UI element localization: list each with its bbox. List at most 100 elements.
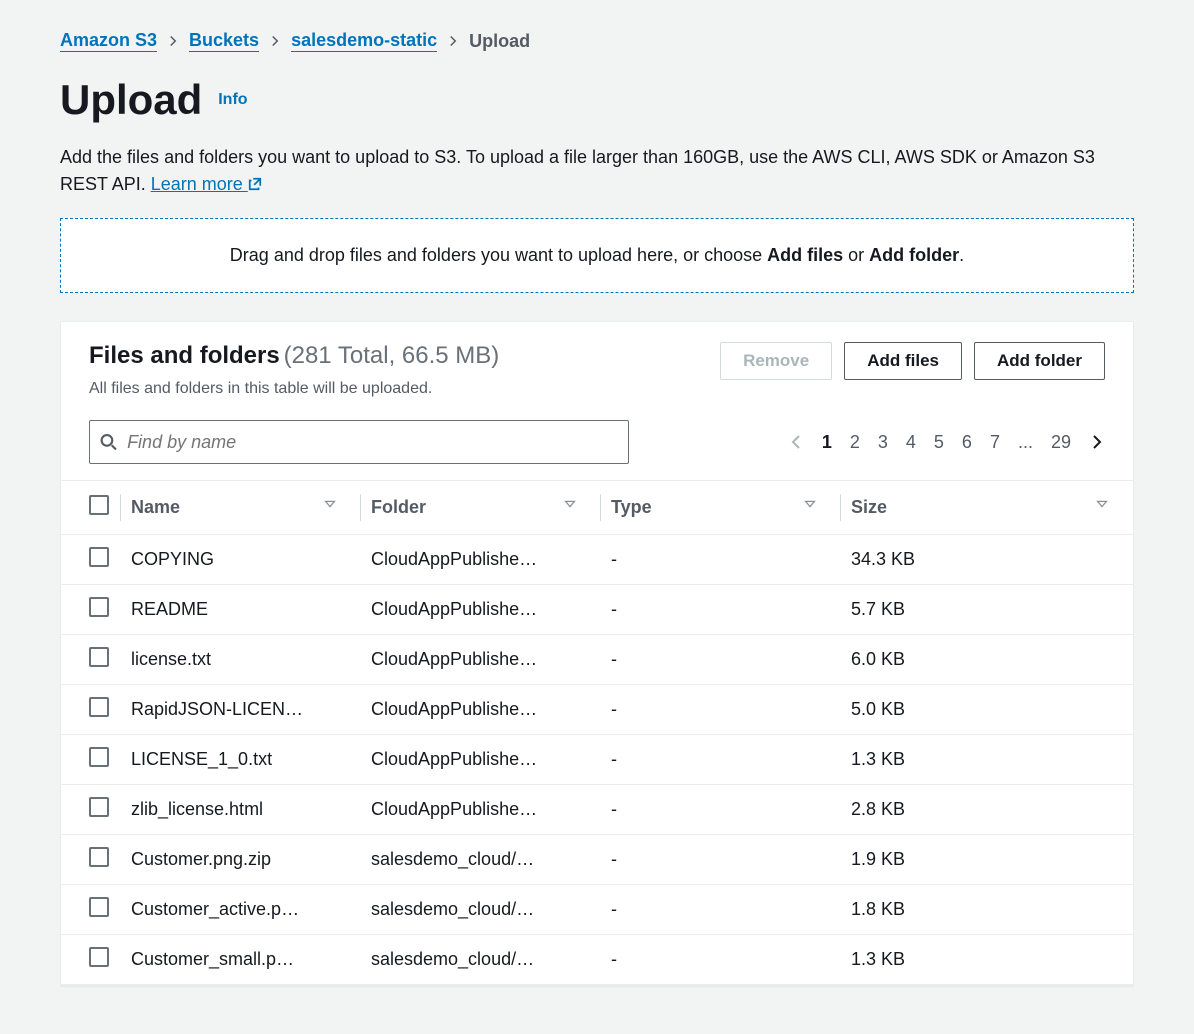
pagination-page[interactable]: 4 [906, 432, 916, 453]
cell-name: LICENSE_1_0.txt [121, 735, 361, 785]
pagination-ellipsis: ... [1018, 432, 1033, 453]
add-folder-button[interactable]: Add folder [974, 342, 1105, 380]
breadcrumb-link-bucket-name[interactable]: salesdemo-static [291, 30, 437, 52]
header-select-all [61, 481, 121, 535]
pagination-page[interactable]: 2 [850, 432, 860, 453]
panel-count: (281 Total, 66.5 MB) [284, 342, 500, 369]
cell-folder: salesdemo_cloud/… [361, 935, 601, 985]
pagination-page[interactable]: 3 [878, 432, 888, 453]
row-checkbox[interactable] [89, 847, 109, 867]
pagination-next-icon[interactable] [1089, 434, 1105, 450]
cell-name: Customer.png.zip [121, 835, 361, 885]
cell-size: 1.9 KB [841, 835, 1133, 885]
add-files-button[interactable]: Add files [844, 342, 962, 380]
remove-button[interactable]: Remove [720, 342, 832, 380]
cell-size: 1.8 KB [841, 885, 1133, 935]
header-size-label: Size [851, 497, 887, 517]
cell-type: - [601, 735, 841, 785]
row-checkbox[interactable] [89, 897, 109, 917]
pagination-prev-icon[interactable] [788, 434, 804, 450]
cell-type: - [601, 685, 841, 735]
row-checkbox[interactable] [89, 947, 109, 967]
panel-header: Files and folders (281 Total, 66.5 MB) A… [61, 322, 1133, 408]
header-folder-label: Folder [371, 497, 426, 517]
header-folder[interactable]: Folder [361, 481, 601, 535]
table-row: zlib_license.htmlCloudAppPublishe…-2.8 K… [61, 785, 1133, 835]
cell-size: 1.3 KB [841, 935, 1133, 985]
cell-name: license.txt [121, 635, 361, 685]
cell-type: - [601, 535, 841, 585]
pagination-page[interactable]: 29 [1051, 432, 1071, 453]
table-row: COPYINGCloudAppPublishe…-34.3 KB [61, 535, 1133, 585]
table-row: RapidJSON-LICEN…CloudAppPublishe…-5.0 KB [61, 685, 1133, 735]
files-panel: Files and folders (281 Total, 66.5 MB) A… [60, 321, 1134, 986]
panel-title: Files and folders [89, 342, 280, 369]
row-checkbox[interactable] [89, 797, 109, 817]
panel-actions: Remove Add files Add folder [720, 342, 1105, 380]
cell-folder: CloudAppPublishe… [361, 735, 601, 785]
pagination: 1 2 3 4 5 6 7 ... 29 [788, 432, 1105, 453]
search-input[interactable] [127, 432, 618, 453]
header-type[interactable]: Type [601, 481, 841, 535]
dropzone[interactable]: Drag and drop files and folders you want… [60, 218, 1134, 293]
cell-type: - [601, 835, 841, 885]
cell-folder: salesdemo_cloud/… [361, 835, 601, 885]
cell-folder: CloudAppPublishe… [361, 685, 601, 735]
select-all-checkbox[interactable] [89, 495, 109, 515]
table-row: Customer.png.zipsalesdemo_cloud/…-1.9 KB [61, 835, 1133, 885]
sort-icon [563, 497, 577, 511]
cell-folder: salesdemo_cloud/… [361, 885, 601, 935]
pagination-page[interactable]: 7 [990, 432, 1000, 453]
row-checkbox[interactable] [89, 647, 109, 667]
breadcrumb: Amazon S3 Buckets salesdemo-static Uploa… [60, 30, 1134, 52]
pagination-page[interactable]: 5 [934, 432, 944, 453]
cell-type: - [601, 635, 841, 685]
row-checkbox[interactable] [89, 547, 109, 567]
cell-folder: CloudAppPublishe… [361, 635, 601, 685]
header-type-label: Type [611, 497, 652, 517]
dropzone-text-post: . [959, 245, 964, 265]
cell-size: 34.3 KB [841, 535, 1133, 585]
pagination-page[interactable]: 1 [822, 432, 832, 453]
breadcrumb-link-buckets[interactable]: Buckets [189, 30, 259, 52]
row-checkbox[interactable] [89, 597, 109, 617]
table-row: license.txtCloudAppPublishe…-6.0 KB [61, 635, 1133, 685]
page-header: Upload Info [60, 76, 1134, 124]
cell-type: - [601, 885, 841, 935]
cell-size: 5.7 KB [841, 585, 1133, 635]
dropzone-add-files-bold: Add files [767, 245, 843, 265]
dropzone-text-mid: or [843, 245, 869, 265]
cell-name: README [121, 585, 361, 635]
info-link[interactable]: Info [218, 91, 247, 108]
dropzone-add-folder-bold: Add folder [869, 245, 959, 265]
row-checkbox[interactable] [89, 697, 109, 717]
cell-name: zlib_license.html [121, 785, 361, 835]
sort-icon [323, 497, 337, 511]
chevron-right-icon [269, 35, 281, 47]
pagination-page[interactable]: 6 [962, 432, 972, 453]
table-row: Customer_active.p…salesdemo_cloud/…-1.8 … [61, 885, 1133, 935]
external-link-icon [248, 177, 262, 191]
cell-name: RapidJSON-LICEN… [121, 685, 361, 735]
breadcrumb-link-s3[interactable]: Amazon S3 [60, 30, 157, 52]
cell-size: 1.3 KB [841, 735, 1133, 785]
sort-icon [1095, 497, 1109, 511]
row-checkbox[interactable] [89, 747, 109, 767]
breadcrumb-current: Upload [469, 31, 530, 52]
cell-type: - [601, 935, 841, 985]
cell-folder: CloudAppPublishe… [361, 785, 601, 835]
cell-folder: CloudAppPublishe… [361, 585, 601, 635]
cell-folder: CloudAppPublishe… [361, 535, 601, 585]
header-name-label: Name [131, 497, 180, 517]
header-name[interactable]: Name [121, 481, 361, 535]
header-size[interactable]: Size [841, 481, 1133, 535]
sort-icon [803, 497, 817, 511]
search-icon [100, 433, 117, 451]
learn-more-link[interactable]: Learn more [151, 174, 262, 194]
cell-name: Customer_small.p… [121, 935, 361, 985]
panel-subtitle: All files and folders in this table will… [89, 380, 710, 398]
cell-name: Customer_active.p… [121, 885, 361, 935]
cell-type: - [601, 585, 841, 635]
table-row: READMECloudAppPublishe…-5.7 KB [61, 585, 1133, 635]
chevron-right-icon [447, 35, 459, 47]
